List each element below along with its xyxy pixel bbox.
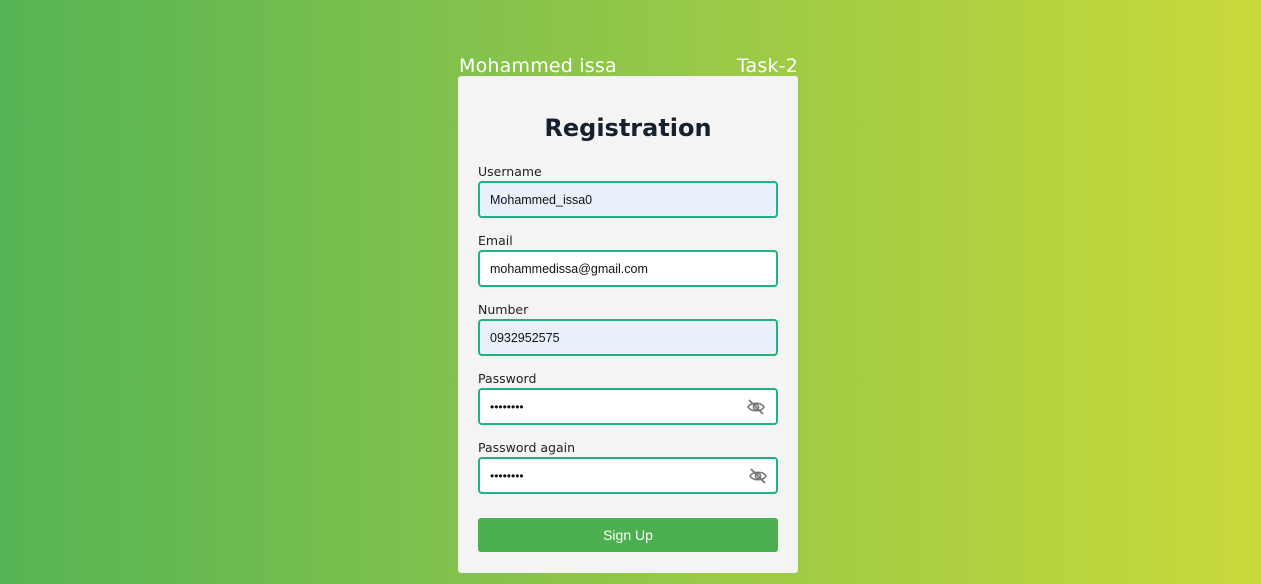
password-again-input[interactable] xyxy=(480,459,730,492)
registration-card: Registration Username Email Number Passw… xyxy=(458,76,798,573)
sign-up-button[interactable]: Sign Up xyxy=(478,518,778,552)
eye-slash-icon[interactable] xyxy=(746,398,766,416)
number-label: Number xyxy=(478,302,529,317)
password-again-field[interactable] xyxy=(478,457,778,494)
email-field[interactable] xyxy=(478,250,778,287)
username-field[interactable] xyxy=(478,181,778,218)
password-again-label: Password again xyxy=(478,440,576,455)
number-input[interactable] xyxy=(480,321,730,354)
password-label: Password xyxy=(478,371,537,386)
number-field[interactable] xyxy=(478,319,778,356)
author-name: Mohammed issa xyxy=(459,55,617,77)
password-field[interactable] xyxy=(478,388,778,425)
task-label: Task-2 xyxy=(736,55,798,77)
email-input[interactable] xyxy=(480,252,730,285)
username-input[interactable] xyxy=(480,183,730,216)
eye-slash-icon[interactable] xyxy=(748,467,768,485)
password-input[interactable] xyxy=(480,390,730,423)
username-label: Username xyxy=(478,164,542,179)
email-label: Email xyxy=(478,233,513,248)
form-title: Registration xyxy=(544,114,712,142)
